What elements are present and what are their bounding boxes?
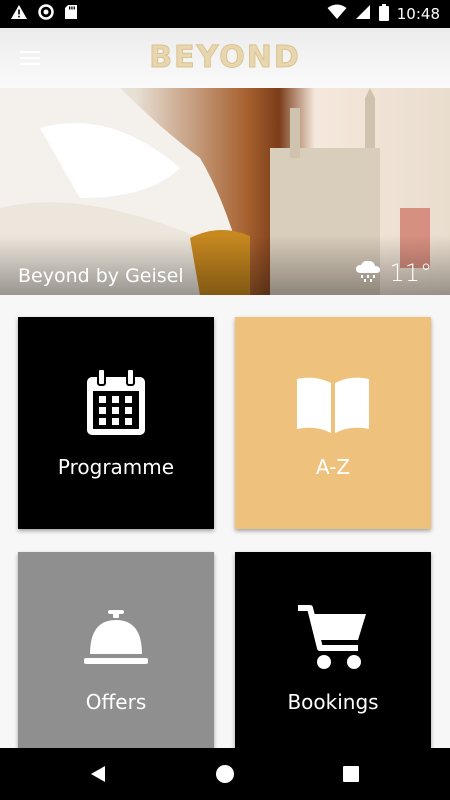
hotel-name: Beyond by Geisel bbox=[18, 265, 184, 287]
recent-apps-icon[interactable] bbox=[337, 760, 365, 788]
a-z-label: A-Z bbox=[315, 455, 351, 479]
weather-temperature: 11° bbox=[389, 259, 432, 287]
sync-icon bbox=[38, 4, 54, 24]
status-right-icons: 10:48 bbox=[327, 3, 440, 25]
warning-icon bbox=[10, 4, 28, 24]
programme-label: Programme bbox=[57, 455, 175, 479]
wifi-icon bbox=[327, 4, 347, 24]
a-z-tile[interactable]: A-Z bbox=[235, 317, 431, 529]
signal-icon bbox=[355, 4, 371, 24]
sd-card-icon bbox=[64, 4, 78, 24]
weather-widget: 11° bbox=[355, 259, 432, 287]
offers-tile[interactable]: Offers bbox=[18, 552, 214, 764]
app-logo: BEYOND bbox=[0, 40, 450, 76]
navigation-bar bbox=[0, 748, 450, 800]
shopping-cart-icon bbox=[235, 604, 431, 674]
bookings-label: Bookings bbox=[287, 690, 379, 714]
home-icon[interactable] bbox=[211, 760, 239, 788]
logo-text: BEYOND bbox=[149, 40, 301, 76]
bookings-tile[interactable]: Bookings bbox=[235, 552, 431, 764]
service-bell-icon bbox=[18, 604, 214, 674]
rain-cloud-icon bbox=[355, 259, 381, 287]
battery-icon bbox=[378, 3, 389, 25]
status-left-icons bbox=[10, 4, 78, 24]
offers-label: Offers bbox=[85, 690, 147, 714]
app-bar: BEYOND bbox=[0, 28, 450, 88]
hero-banner: Beyond by Geisel 11° bbox=[0, 88, 450, 295]
back-icon[interactable] bbox=[84, 760, 112, 788]
programme-tile[interactable]: Programme bbox=[18, 317, 214, 529]
status-time: 10:48 bbox=[396, 5, 440, 23]
book-icon bbox=[235, 369, 431, 439]
calendar-icon bbox=[18, 369, 214, 439]
status-bar: 10:48 bbox=[0, 0, 450, 28]
